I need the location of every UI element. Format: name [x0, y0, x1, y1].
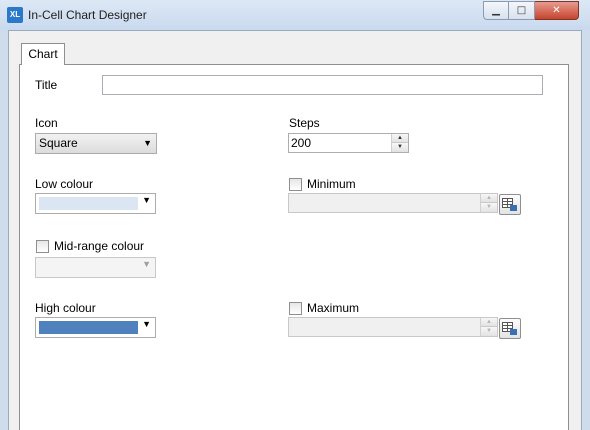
spin-up-icon[interactable]: ▲: [481, 194, 497, 203]
minimum-stepper[interactable]: ▲ ▼: [288, 193, 498, 213]
high-colour-label: High colour: [35, 301, 96, 315]
steps-spin-buttons: ▲ ▼: [391, 134, 408, 152]
spin-up-icon[interactable]: ▲: [392, 134, 408, 143]
maximum-spin-buttons: ▲ ▼: [480, 318, 497, 336]
low-colour-picker[interactable]: ▼: [35, 193, 156, 214]
title-label: Title: [35, 78, 58, 92]
minimum-spin-buttons: ▲ ▼: [480, 194, 497, 212]
icon-label: Icon: [35, 116, 58, 130]
maximize-button[interactable]: □: [509, 1, 535, 20]
chevron-down-icon: ▼: [142, 319, 151, 329]
steps-label: Steps: [289, 116, 320, 130]
window-title: In-Cell Chart Designer: [28, 8, 147, 22]
mid-range-colour-label: Mid-range colour: [54, 239, 145, 253]
excel-app-icon: XL: [7, 7, 23, 23]
maximize-icon: □: [516, 5, 527, 16]
maximum-stepper[interactable]: ▲ ▼: [288, 317, 498, 337]
spin-down-icon[interactable]: ▼: [481, 327, 497, 336]
spin-down-icon[interactable]: ▼: [481, 203, 497, 212]
close-icon: ✕: [552, 5, 561, 16]
steps-value: 200: [291, 136, 312, 150]
minimum-checkbox[interactable]: [289, 178, 302, 191]
mid-range-colour-picker[interactable]: ▼: [35, 257, 156, 278]
mid-range-colour-checkbox[interactable]: [36, 240, 49, 253]
chevron-down-icon: ▼: [142, 195, 151, 205]
steps-stepper[interactable]: 200 ▲ ▼: [288, 133, 409, 153]
close-button[interactable]: ✕: [535, 1, 579, 20]
chevron-down-icon: ▼: [142, 259, 151, 269]
title-input[interactable]: [102, 75, 543, 95]
dialog-window: XL In-Cell Chart Designer ▁ □ ✕ Chart Ti…: [0, 0, 590, 430]
range-select-icon: [502, 322, 517, 335]
tab-chart[interactable]: Chart: [21, 43, 65, 65]
maximum-checkbox[interactable]: [289, 302, 302, 315]
spin-up-icon[interactable]: ▲: [481, 318, 497, 327]
mid-range-colour-swatch: [39, 261, 138, 274]
title-bar[interactable]: XL In-Cell Chart Designer ▁ □ ✕: [0, 0, 590, 30]
minimize-button[interactable]: ▁: [483, 1, 509, 20]
icon-select-value: Square: [39, 136, 78, 150]
high-colour-swatch: [39, 321, 138, 334]
low-colour-swatch: [39, 197, 138, 210]
window-controls: ▁ □ ✕: [483, 1, 579, 20]
maximum-cell-picker-button[interactable]: [499, 318, 521, 339]
minimum-cell-picker-button[interactable]: [499, 194, 521, 215]
chevron-down-icon: ▼: [143, 138, 152, 148]
minimum-label: Minimum: [307, 177, 356, 191]
range-select-icon: [502, 198, 517, 211]
spin-down-icon[interactable]: ▼: [392, 143, 408, 152]
minimize-icon: ▁: [492, 5, 500, 16]
high-colour-picker[interactable]: ▼: [35, 317, 156, 338]
low-colour-label: Low colour: [35, 177, 94, 191]
icon-select[interactable]: Square ▼: [35, 133, 157, 154]
maximum-label: Maximum: [307, 301, 360, 315]
